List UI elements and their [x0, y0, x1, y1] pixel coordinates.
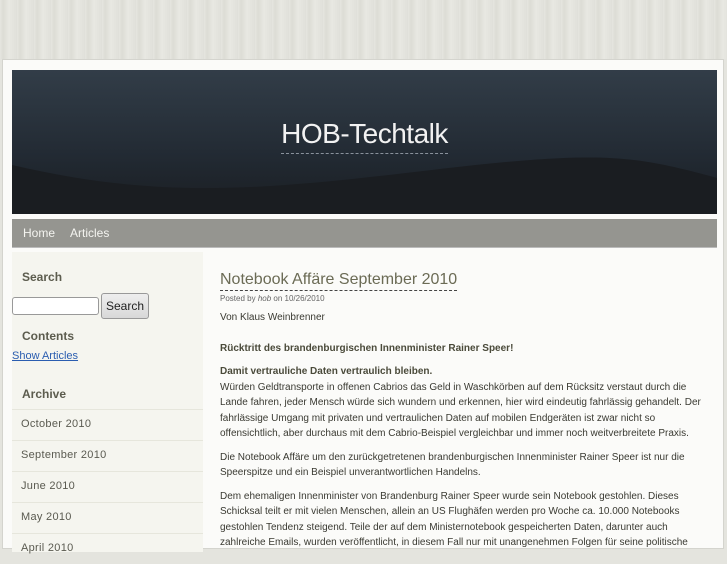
post-meta: Posted by hob on 10/26/2010 — [220, 293, 710, 304]
archive-item[interactable]: June 2010 — [12, 471, 203, 502]
site-title-link[interactable]: HOB-Techtalk — [281, 118, 448, 154]
post-paragraph: Rücktritt des brandenburgischen Innenmin… — [220, 342, 514, 354]
site-header: HOB-Techtalk — [12, 70, 717, 214]
nav-articles[interactable]: Articles — [70, 226, 109, 240]
search-input[interactable] — [12, 297, 99, 315]
archive-item[interactable]: September 2010 — [12, 440, 203, 471]
main-nav: Home Articles — [12, 219, 717, 248]
post: Notebook Affäre September 2010 Posted by… — [220, 270, 710, 551]
contents-heading: Contents — [22, 329, 74, 343]
post-date: on 10/26/2010 — [273, 294, 325, 303]
post-paragraph: Die Notebook Affäre um den zurückgetrete… — [220, 451, 685, 479]
nav-home[interactable]: Home — [23, 226, 55, 240]
archive-item[interactable]: April 2010 — [12, 533, 203, 564]
search-heading: Search — [22, 270, 63, 284]
post-paragraph: Von Klaus Weinbrenner — [220, 312, 325, 323]
sidebar: Search Search Contents Show Articles Arc… — [12, 252, 203, 554]
post-title[interactable]: Notebook Affäre September 2010 — [220, 270, 458, 291]
archive-heading: Archive — [22, 387, 67, 401]
archive-item[interactable]: May 2010 — [12, 502, 203, 533]
site-title[interactable]: HOB-Techtalk — [12, 118, 717, 154]
search-button[interactable]: Search — [101, 293, 149, 319]
archive-item[interactable]: October 2010 — [12, 409, 203, 440]
post-paragraph: Würden Geldtransporte in offenen Cabrios… — [220, 381, 701, 440]
post-paragraph: Damit vertrauliche Daten vertraulich ble… — [220, 366, 433, 377]
page-container: HOB-Techtalk Home Articles Search Search… — [2, 59, 724, 554]
background-texture — [0, 0, 727, 59]
post-author: hob — [257, 294, 272, 303]
show-articles-link[interactable]: Show Articles — [12, 350, 78, 362]
posted-by-label: Posted by — [220, 294, 256, 303]
post-paragraph: Dem ehemaligen Innenminister von Branden… — [220, 490, 688, 549]
